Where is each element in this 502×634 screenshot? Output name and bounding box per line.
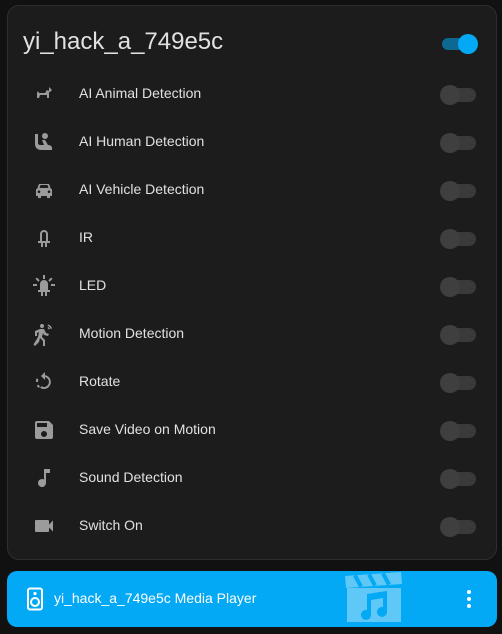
floppy-icon [32,418,56,442]
entities-card: yi_hack_a_749e5c AI Animal Detection AI … [7,5,497,560]
row-ai-animal-detection[interactable]: AI Animal Detection [8,70,498,118]
ai-animal-detection-toggle[interactable] [440,83,478,105]
dots-vertical-icon[interactable] [459,588,479,610]
music-note-icon [32,466,56,490]
motion-detection-toggle[interactable] [440,323,478,345]
row-save-video-on-motion[interactable]: Save Video on Motion [8,406,498,454]
row-label: Rotate [79,373,121,389]
row-label: Save Video on Motion [79,421,216,437]
music-clapperboard-icon [341,572,407,626]
dog-icon [32,82,56,106]
card-title: yi_hack_a_749e5c [23,28,224,55]
car-icon [32,178,56,202]
speaker-icon [25,587,45,611]
ir-toggle[interactable] [440,227,478,249]
row-sound-detection[interactable]: Sound Detection [8,454,498,502]
row-motion-detection[interactable]: Motion Detection [8,310,498,358]
led-toggle[interactable] [440,275,478,297]
human-icon [32,130,56,154]
media-player-title: yi_hack_a_749e5c Media Player [54,590,257,606]
row-label: Motion Detection [79,325,185,341]
row-switch-on[interactable]: Switch On [8,502,498,550]
ai-vehicle-detection-toggle[interactable] [440,179,478,201]
row-led[interactable]: LED [8,262,498,310]
row-rotate[interactable]: Rotate [8,358,498,406]
row-ai-human-detection[interactable]: AI Human Detection [8,118,498,166]
ir-led-icon [32,226,56,250]
row-label: Switch On [79,517,143,533]
master-toggle-knob [458,34,478,54]
row-label: AI Animal Detection [79,85,202,101]
rotate-toggle[interactable] [440,371,478,393]
ai-human-detection-toggle[interactable] [440,131,478,153]
media-player-card[interactable]: yi_hack_a_749e5c Media Player [7,571,497,627]
row-ir[interactable]: IR [8,214,498,262]
sound-detection-toggle[interactable] [440,467,478,489]
save-video-on-motion-toggle[interactable] [440,419,478,441]
led-on-icon [32,274,56,298]
rotate-icon [32,370,56,394]
motion-sensor-icon [32,322,56,346]
master-toggle[interactable] [440,33,478,55]
row-label: IR [79,229,93,245]
row-label: LED [79,277,107,293]
video-camera-icon [32,514,56,538]
row-label: AI Vehicle Detection [79,181,205,197]
switch-on-toggle[interactable] [440,515,478,537]
row-ai-vehicle-detection[interactable]: AI Vehicle Detection [8,166,498,214]
row-label: AI Human Detection [79,133,205,149]
row-label: Sound Detection [79,469,183,485]
